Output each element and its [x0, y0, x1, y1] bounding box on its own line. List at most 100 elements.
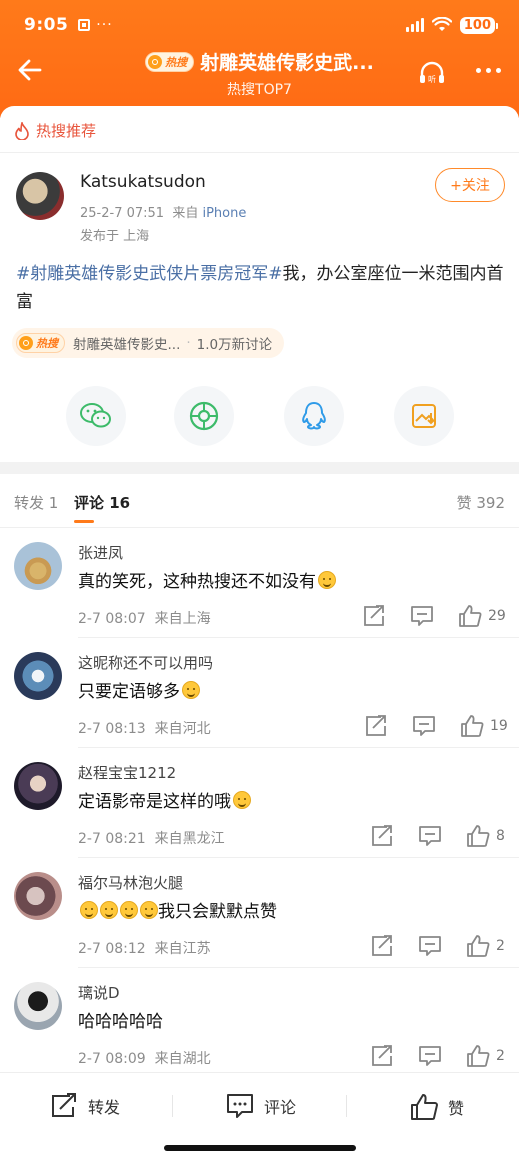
- hot-recommend-header: 热搜推荐: [14, 120, 96, 141]
- emoji-icon: [100, 900, 118, 919]
- like-count: 2: [496, 1048, 505, 1064]
- separator-dot: ·: [186, 335, 191, 351]
- reply-icon[interactable]: [418, 1044, 442, 1068]
- comment-meta: 2-7 08:12 来自江苏: [78, 938, 211, 958]
- post-device: iPhone: [202, 206, 247, 221]
- divider: [172, 1095, 173, 1117]
- tab-comments[interactable]: 评论 16: [74, 492, 130, 513]
- save-image-icon: [412, 404, 436, 428]
- battery-indicator: 100: [459, 16, 499, 34]
- emoji-icon: [318, 570, 336, 589]
- post-datetime: 25-2-7 07:51: [80, 206, 165, 221]
- comment-item[interactable]: 璃说D 哈哈哈哈哈 2-7 08:09 来自湖北 2: [0, 968, 519, 1078]
- reply-icon[interactable]: [418, 934, 442, 958]
- like-button[interactable]: 赞: [410, 1093, 464, 1121]
- comment-text-row: 哈哈哈哈哈: [78, 1007, 163, 1032]
- comment-item[interactable]: 张进凤 真的笑死，这种热搜还不如没有 2-7 08:07 来自上海 29: [0, 528, 519, 638]
- commenter-avatar[interactable]: [14, 872, 62, 920]
- comment-icon: [227, 1094, 253, 1118]
- commenter-name[interactable]: 张进凤: [78, 542, 123, 563]
- commenter-name[interactable]: 福尔马林泡火腿: [78, 872, 183, 893]
- comment-source: 来自河北: [154, 721, 211, 737]
- comment-item[interactable]: 赵程宝宝1212 定语影帝是这样的哦 2-7 08:21 来自黑龙江 8: [0, 748, 519, 858]
- repost-label: 转发: [88, 1098, 121, 1117]
- status-bar: 9:05 ··· 100: [24, 12, 499, 38]
- comment-time: 2-7 08:21: [78, 831, 146, 847]
- like-comment-icon[interactable]: [466, 1044, 490, 1068]
- comment-item[interactable]: 福尔马林泡火腿 我只会默默点赞 2-7 08:12 来自江苏 2: [0, 858, 519, 968]
- divider: [346, 1095, 347, 1117]
- commenter-avatar[interactable]: [14, 982, 62, 1030]
- share-comment-icon[interactable]: [364, 714, 388, 738]
- active-tab-indicator: [74, 520, 94, 523]
- share-qq-button[interactable]: [284, 386, 344, 446]
- share-moments-button[interactable]: [174, 386, 234, 446]
- like-comment-icon[interactable]: [466, 824, 490, 848]
- emoji-icon: [80, 900, 98, 919]
- emoji-icon: [182, 680, 200, 699]
- commenter-avatar[interactable]: [14, 652, 62, 700]
- comment-source: 来自湖北: [154, 1051, 211, 1067]
- like-comment-icon[interactable]: [466, 934, 490, 958]
- comment-text: 哈哈哈哈哈: [78, 1012, 163, 1032]
- share-comment-icon[interactable]: [370, 1044, 394, 1068]
- commenter-name[interactable]: 赵程宝宝1212: [78, 762, 176, 783]
- post-location: 发布于 上海: [80, 229, 150, 244]
- like-count: 29: [488, 608, 506, 624]
- share-save-image-button[interactable]: [394, 386, 454, 446]
- like-count: 8: [496, 828, 505, 844]
- comment-time: 2-7 08:07: [78, 611, 146, 627]
- svg-text:听: 听: [428, 75, 436, 84]
- commenter-avatar[interactable]: [14, 762, 62, 810]
- more-options-icon[interactable]: [476, 68, 501, 73]
- author-name[interactable]: Katsukatsudon: [80, 172, 206, 192]
- topic-link[interactable]: #射雕英雄传影史武侠片票房冠军#: [16, 264, 283, 284]
- repost-button[interactable]: 转发: [50, 1093, 120, 1119]
- section-divider: [0, 462, 519, 474]
- page-title: 射雕英雄传影史武...: [200, 52, 374, 74]
- share-comment-icon[interactable]: [370, 934, 394, 958]
- reply-icon[interactable]: [410, 604, 434, 628]
- share-comment-icon[interactable]: [370, 824, 394, 848]
- tab-likes[interactable]: 赞 392: [457, 492, 505, 513]
- fire-icon: [15, 121, 29, 140]
- like-count: 2: [496, 938, 505, 954]
- share-wechat-button[interactable]: [66, 386, 126, 446]
- comment-text-row: 真的笑死，这种热搜还不如没有: [78, 567, 336, 592]
- hot-search-icon: [148, 54, 163, 69]
- comment-text: 只要定语够多: [78, 682, 180, 702]
- comment-text-row: 我只会默默点赞: [78, 897, 277, 922]
- tab-repost[interactable]: 转发 1: [14, 492, 58, 513]
- wifi-icon: [431, 17, 452, 31]
- emoji-icon: [140, 900, 158, 919]
- more-notifications-icon: ···: [96, 17, 113, 33]
- commenter-name[interactable]: 璃说D: [78, 982, 120, 1003]
- commenter-avatar[interactable]: [14, 542, 62, 590]
- follow-button[interactable]: +关注: [435, 168, 505, 202]
- comment-source: 来自江苏: [154, 941, 211, 957]
- like-comment-icon[interactable]: [458, 604, 482, 628]
- hot-badge-label: 热搜: [165, 55, 188, 69]
- comment-time: 2-7 08:12: [78, 941, 146, 957]
- hot-search-badge: 热搜: [145, 51, 195, 72]
- share-comment-icon[interactable]: [362, 604, 386, 628]
- share-row: [0, 386, 519, 450]
- comment-button[interactable]: 评论: [226, 1093, 296, 1119]
- commenter-name[interactable]: 这昵称还不可以用吗: [78, 652, 213, 673]
- emoji-icon: [120, 900, 138, 919]
- divider: [0, 152, 519, 153]
- reply-icon[interactable]: [418, 824, 442, 848]
- hot-search-badge: 热搜: [16, 333, 65, 353]
- comment-label: 评论: [264, 1098, 297, 1117]
- like-comment-icon[interactable]: [460, 714, 484, 738]
- listen-headphones-icon[interactable]: 听: [417, 58, 447, 88]
- comment-source: 来自上海: [154, 611, 211, 627]
- reply-icon[interactable]: [412, 714, 436, 738]
- author-avatar[interactable]: [16, 172, 64, 220]
- comment-item[interactable]: 这昵称还不可以用吗 只要定语够多 2-7 08:13 来自河北 19: [0, 638, 519, 748]
- like-count: 19: [490, 718, 508, 734]
- hot-topic-pill[interactable]: 热搜 射雕英雄传影史... · 1.0万新讨论: [12, 328, 285, 358]
- comment-text: 定语影帝是这样的哦: [78, 792, 231, 812]
- moments-icon: [189, 401, 219, 431]
- notification-icon: [78, 19, 91, 31]
